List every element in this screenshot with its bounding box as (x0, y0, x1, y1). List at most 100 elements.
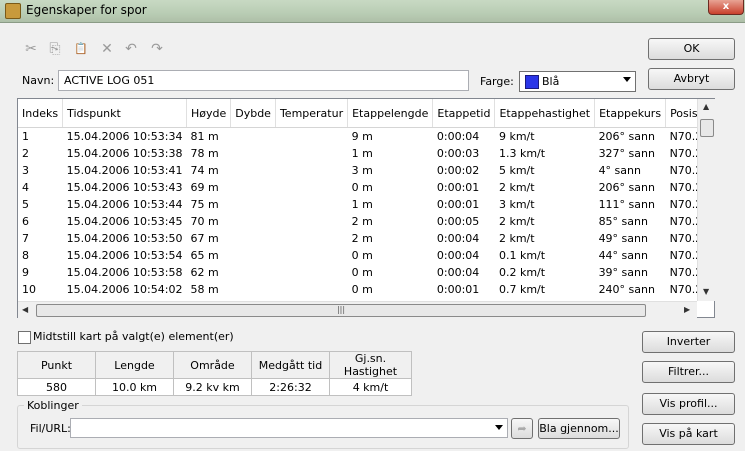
column-header[interactable]: Temperatur (275, 99, 349, 128)
column-header[interactable]: Tidspunkt (62, 99, 187, 128)
redo-icon[interactable]: ↷ (148, 40, 166, 58)
table-cell: 5 (22, 198, 29, 211)
table-cell (275, 162, 347, 179)
view-profile-button[interactable]: Vis profil... (642, 393, 735, 415)
paste-icon[interactable]: 📋 (72, 40, 90, 58)
ok-button[interactable]: OK (648, 38, 735, 60)
table-cell: 15.04.2006 10:53:41 (66, 164, 183, 177)
scroll-thumb[interactable] (700, 119, 714, 137)
table-row[interactable]: 7 15.04.2006 10:53:50 67 m 2 m 0:00:04 2 km/t… (18, 230, 714, 247)
cut-icon[interactable]: ✂ (22, 40, 40, 58)
table-cell: 206° sann (598, 181, 655, 194)
table-row[interactable]: 6 15.04.2006 10:53:45 70 m 2 m 0:00:05 2 km/t… (18, 213, 714, 230)
table-cell (275, 196, 347, 213)
go-arrow-button[interactable]: ➦ (511, 418, 533, 439)
stats-header: Gj.sn. Hastighet (329, 351, 412, 379)
table-row[interactable]: 9 15.04.2006 10:53:58 62 m 0 m 0:00:04 0.2 km… (18, 264, 714, 281)
table-row[interactable]: 2 15.04.2006 10:53:38 78 m 1 m 0:00:03 1.3 km… (18, 145, 714, 162)
color-select[interactable]: Blå (519, 71, 636, 92)
chevron-down-icon[interactable] (495, 425, 503, 430)
table-cell: 0 m (351, 283, 373, 296)
table-cell (275, 128, 347, 146)
column-header[interactable]: Etappehastighet (494, 99, 596, 128)
table-cell: 75 m (190, 198, 219, 211)
table-cell: 0 m (351, 266, 373, 279)
filter-button[interactable]: Filtrer... (642, 361, 735, 383)
table-row[interactable]: 4 15.04.2006 10:53:43 69 m 0 m 0:00:01 2 km/t… (18, 179, 714, 196)
horizontal-scrollbar[interactable]: ◀ ||| ▶ (18, 301, 697, 318)
hscroll-thumb[interactable]: ||| (36, 304, 646, 317)
table-row[interactable]: 10 15.04.2006 10:54:02 58 m 0 m 0:00:01 0.7 k… (18, 281, 714, 298)
invert-button[interactable]: Inverter (642, 331, 735, 353)
table-cell: 81 m (190, 130, 219, 143)
table-cell: 0:00:04 (436, 232, 480, 245)
table-cell: 4 (22, 181, 29, 194)
table-cell (275, 281, 347, 298)
color-label: Farge: (480, 75, 514, 88)
table-cell (231, 145, 276, 162)
table-cell: 58 m (190, 283, 219, 296)
table-cell (231, 213, 276, 230)
table-cell: 7 (22, 232, 29, 245)
stats-value: 4 km/t (329, 378, 412, 396)
stats-value: 10.0 km (95, 378, 174, 396)
close-button[interactable]: x (708, 0, 744, 15)
delete-icon[interactable]: ✕ (98, 40, 116, 58)
scroll-up-icon[interactable]: ▲ (703, 102, 709, 111)
color-value: Blå (542, 75, 560, 88)
table-cell: 0:00:05 (436, 215, 480, 228)
column-header[interactable]: Dybde (230, 99, 276, 128)
links-group-title: Koblinger (24, 399, 82, 412)
table-cell: 74 m (190, 164, 219, 177)
table-cell: 15.04.2006 10:53:50 (66, 232, 183, 245)
table-row[interactable]: 3 15.04.2006 10:53:41 74 m 3 m 0:00:02 5 km/t… (18, 162, 714, 179)
arrow-icon: ➦ (517, 422, 527, 435)
table-cell: 206° sann (598, 130, 655, 143)
table-cell: 78 m (190, 147, 219, 160)
table-cell: 10 (22, 283, 36, 296)
table-cell: 69 m (190, 181, 219, 194)
column-header[interactable]: Etappetid (432, 99, 496, 128)
stats-header: Område (173, 351, 252, 379)
undo-icon[interactable]: ↶ (122, 40, 140, 58)
browse-button[interactable]: Bla gjennom... (538, 418, 620, 439)
table-cell: 2 km/t (498, 181, 535, 194)
title-bar: Egenskaper for spor x (0, 0, 745, 23)
view-on-map-button[interactable]: Vis på kart (642, 423, 735, 445)
table-cell (275, 230, 347, 247)
table-row[interactable]: 1 15.04.2006 10:53:34 81 m 9 m 0:00:04 9 km/t… (18, 128, 714, 146)
copy-icon[interactable]: ⎘ (46, 40, 64, 58)
table-cell: 15.04.2006 10:53:34 (66, 130, 183, 143)
vertical-scrollbar[interactable]: ▲ ▼ (697, 99, 715, 301)
table-cell: 0:00:01 (436, 283, 480, 296)
column-header[interactable]: Etappekurs (594, 99, 667, 128)
scroll-right-icon[interactable]: ▶ (684, 305, 690, 314)
column-header[interactable]: Indeks (18, 99, 64, 128)
table-cell: 1.3 km/t (498, 147, 546, 160)
color-swatch (525, 75, 539, 89)
file-url-input[interactable] (70, 418, 508, 438)
column-header[interactable]: Høyde (186, 99, 232, 128)
table-cell: 1 (22, 130, 29, 143)
column-header[interactable]: Etappelengde (347, 99, 434, 128)
table-cell: 3 (22, 164, 29, 177)
table-cell: 111° sann (598, 198, 655, 211)
cancel-button[interactable]: Avbryt (648, 68, 735, 90)
track-points-table[interactable]: Indeks Tidspunkt Høyde Dybde Temperatur Etapp… (17, 98, 715, 318)
scroll-down-icon[interactable]: ▼ (703, 287, 709, 296)
table-cell: 15.04.2006 10:53:54 (66, 249, 183, 262)
scroll-left-icon[interactable]: ◀ (22, 305, 28, 314)
table-cell: 1 m (351, 198, 373, 211)
table-row[interactable]: 8 15.04.2006 10:53:54 65 m 0 m 0:00:04 0.1 km… (18, 247, 714, 264)
stats-value: 9.2 kv km (173, 378, 252, 396)
center-map-label: Midtstill kart på valgt(e) element(er) (33, 330, 234, 343)
file-url-label: Fil/URL: (30, 422, 71, 435)
table-cell (231, 196, 276, 213)
name-input[interactable]: ACTIVE LOG 051 (58, 70, 469, 91)
table-cell: 85° sann (598, 215, 648, 228)
table-cell (231, 264, 276, 281)
table-cell: 0:00:01 (436, 181, 480, 194)
center-map-checkbox[interactable] (18, 331, 31, 344)
table-row[interactable]: 5 15.04.2006 10:53:44 75 m 1 m 0:00:01 3 km/t… (18, 196, 714, 213)
table-cell: 0:00:03 (436, 147, 480, 160)
